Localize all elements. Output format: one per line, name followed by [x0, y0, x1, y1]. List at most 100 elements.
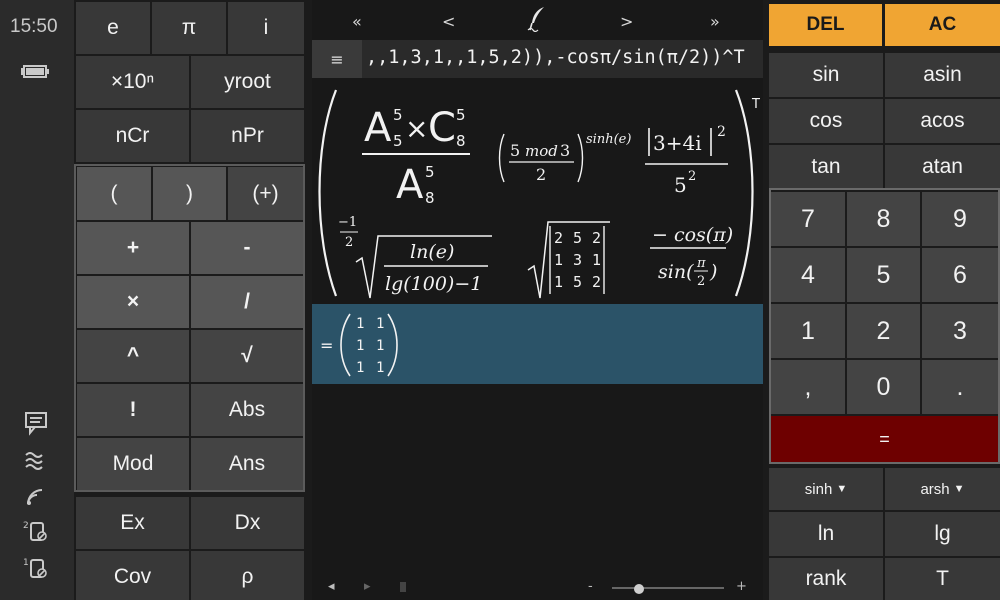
wave-icon[interactable] [20, 446, 52, 472]
det-matrix-cell: 1 [592, 251, 601, 269]
zoom-in-button[interactable]: + [736, 579, 747, 594]
comb-c: C [428, 105, 456, 151]
abs-key[interactable]: Abs [191, 384, 303, 436]
numeric-keypad: DEL AC sin asin cos acos tan atan 7 8 9 … [767, 0, 1000, 600]
digit-4-key[interactable]: 4 [771, 248, 845, 302]
lg-100: lg(100)−1 [385, 273, 482, 295]
ex-key[interactable]: Ex [76, 497, 189, 549]
scroll-right-button[interactable]: ▸ [364, 579, 371, 594]
equals-key[interactable]: = [771, 416, 998, 462]
atan-key[interactable]: atan [885, 145, 1000, 189]
zoom-slider-thumb[interactable] [634, 584, 644, 594]
result-left-paren [340, 313, 351, 377]
ncr-key[interactable]: nCr [76, 110, 189, 162]
message-icon[interactable] [20, 410, 52, 436]
paren-wrap-key[interactable]: (+) [228, 167, 303, 220]
asin-key[interactable]: asin [885, 53, 1000, 97]
first-nav-button[interactable]: « [352, 12, 362, 31]
sin-prefix: sin( [658, 261, 694, 283]
digit-2-key[interactable]: 2 [847, 304, 920, 358]
det-matrix-cell: 3 [573, 251, 582, 269]
det-matrix-cell: 5 [573, 229, 582, 247]
mod-den: 2 [536, 165, 546, 184]
comma-key[interactable]: , [771, 360, 845, 414]
times-ten-power-key[interactable]: ×10ⁿ [76, 56, 189, 108]
big-left-paren [318, 89, 338, 297]
zoom-out-button[interactable]: - [588, 579, 593, 594]
i-key[interactable]: i [228, 2, 304, 54]
system-bar: 15:50 2 1 [0, 0, 74, 600]
last-nav-button[interactable]: » [710, 12, 720, 31]
rank-key[interactable]: rank [769, 558, 883, 600]
digit-9-key[interactable]: 9 [922, 192, 998, 246]
yroot-key[interactable]: yroot [191, 56, 304, 108]
sin-key[interactable]: sin [769, 53, 883, 97]
next-nav-button[interactable]: > [620, 12, 633, 31]
ln-e: ln(e) [410, 241, 454, 263]
expression-text[interactable]: ,,1,3,1,,1,5,2)),-cosπ/sin(π/2))^T [366, 47, 745, 68]
dx-key[interactable]: Dx [191, 497, 304, 549]
sqrt-key[interactable]: √ [191, 330, 303, 382]
lg-key[interactable]: lg [885, 512, 1000, 556]
digit-8-key[interactable]: 8 [847, 192, 920, 246]
e-key[interactable]: e [76, 2, 150, 54]
expression-input[interactable]: ≡ ,,1,3,1,,1,5,2)),-cosπ/sin(π/2))^T [312, 40, 763, 78]
pi-key[interactable]: π [152, 2, 226, 54]
digit-1-key[interactable]: 1 [771, 304, 845, 358]
mod-key[interactable]: Mod [77, 438, 189, 490]
digit-6-key[interactable]: 6 [922, 248, 998, 302]
result-matrix-cell: 1 [356, 360, 364, 376]
svg-text:1: 1 [23, 558, 29, 568]
npr-key[interactable]: nPr [191, 110, 304, 162]
power-key[interactable]: ^ [77, 330, 189, 382]
ac-key[interactable]: AC [885, 4, 1000, 46]
sinh-dropdown[interactable]: sinh ▼ [769, 468, 883, 510]
result-matrix-cell: 1 [376, 360, 384, 376]
menu-button[interactable]: ≡ [312, 40, 362, 78]
mod-word: mod [525, 142, 558, 160]
multiply-key[interactable]: × [77, 276, 189, 328]
zoom-slider-track[interactable] [612, 587, 724, 589]
prev-nav-button[interactable]: < [442, 12, 455, 31]
result-matrix-cell: 1 [376, 338, 384, 354]
digit-3-key[interactable]: 3 [922, 304, 998, 358]
quill-icon[interactable] [526, 6, 548, 33]
sim-2-icon[interactable]: 2 [20, 518, 52, 544]
decimal-key[interactable]: . [922, 360, 998, 414]
sin-pi: π [696, 256, 706, 271]
transpose-key[interactable]: T [885, 558, 1000, 600]
ans-key[interactable]: Ans [191, 438, 303, 490]
clock: 15:50 [10, 16, 58, 37]
scroll-left-button[interactable]: ◂ [328, 579, 335, 594]
det-matrix-cell: 2 [554, 229, 563, 247]
result-panel: = 1 11 11 1 [312, 304, 763, 384]
perm-a-den-sub: 8 [425, 189, 435, 207]
rho-key[interactable]: ρ [191, 551, 304, 600]
perm-a-den-sup: 5 [425, 163, 435, 181]
digit-0-key[interactable]: 0 [847, 360, 920, 414]
digit-5-key[interactable]: 5 [847, 248, 920, 302]
scroll-indicator [400, 582, 406, 592]
factorial-key[interactable]: ! [77, 384, 189, 436]
arsh-dropdown[interactable]: arsh ▼ [885, 468, 1000, 510]
sinh-dropdown-label: sinh [804, 480, 833, 498]
plus-key[interactable]: + [77, 222, 189, 274]
result-right-paren [387, 313, 398, 377]
close-paren-key[interactable]: ) [153, 167, 226, 220]
cov-key[interactable]: Cov [76, 551, 189, 600]
battery-icon [20, 58, 52, 84]
acos-key[interactable]: acos [885, 99, 1000, 143]
divide-key[interactable]: / [191, 276, 303, 328]
signal-icon[interactable] [20, 482, 52, 508]
minus-key[interactable]: - [191, 222, 303, 274]
del-key[interactable]: DEL [769, 4, 882, 46]
ln-key[interactable]: ln [769, 512, 883, 556]
sim-1-icon[interactable]: 1 [20, 555, 52, 581]
comb-c-sub: 8 [456, 132, 466, 150]
abs-square: 2 [717, 124, 726, 140]
tan-key[interactable]: tan [769, 145, 883, 189]
digit-7-key[interactable]: 7 [771, 192, 845, 246]
cos-key[interactable]: cos [769, 99, 883, 143]
sinh-e-exponent: sinh(e) [586, 132, 631, 147]
open-paren-key[interactable]: ( [77, 167, 151, 220]
